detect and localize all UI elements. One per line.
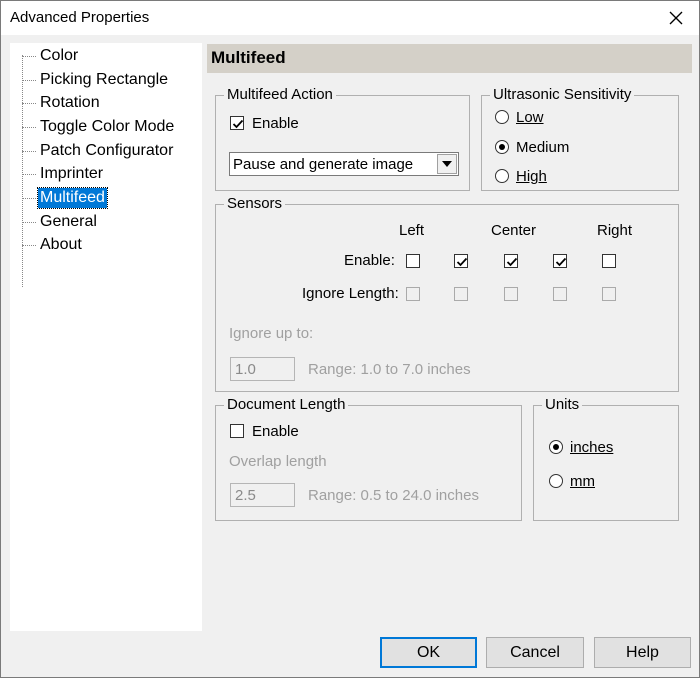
document-length-title: Document Length	[224, 396, 349, 414]
ultrasonic-sensitivity-title: Ultrasonic Sensitivity	[490, 86, 635, 104]
radio-inches[interactable]	[549, 440, 563, 454]
tree-branch	[22, 198, 36, 199]
tree-branch	[22, 245, 36, 246]
tree-branch	[22, 127, 36, 128]
tree-item-label: Toggle Color Mode	[40, 118, 175, 135]
radio-medium-label: Medium	[516, 139, 570, 156]
tree-item-about[interactable]: About	[22, 234, 197, 256]
sensors-group: Sensors Left Center Right Enable: Ignore…	[215, 195, 679, 392]
overlap-length-label: Overlap length	[229, 453, 327, 470]
radio-low[interactable]	[495, 110, 509, 124]
multifeed-action-dropdown[interactable]: Pause and generate image	[229, 152, 459, 176]
radio-selected-dot	[499, 144, 505, 150]
tree-item-label: Patch Configurator	[40, 142, 174, 159]
tree-branch	[22, 222, 36, 223]
close-button[interactable]	[653, 1, 699, 35]
close-icon	[669, 11, 683, 25]
sensor-enable-checkbox-3[interactable]	[504, 254, 518, 268]
sensor-ignore-checkbox-4[interactable]	[553, 287, 567, 301]
document-length-enable-checkbox[interactable]	[230, 424, 244, 438]
page-title: Multifeed	[211, 48, 286, 67]
window-title: Advanced Properties	[10, 9, 150, 26]
units-group: Units inches mm	[533, 396, 679, 521]
document-length-enable-label: Enable	[252, 423, 299, 440]
sensor-ignore-checkbox-2[interactable]	[454, 287, 468, 301]
sensors-title: Sensors	[224, 195, 286, 213]
radio-high[interactable]	[495, 169, 509, 183]
tree-item-label: Rotation	[40, 94, 100, 111]
sensors-col-center: Center	[491, 222, 537, 239]
navigation-tree[interactable]: Color Picking Rectangle Rotation Toggle …	[10, 43, 202, 631]
multifeed-enable-label: Enable	[252, 115, 299, 132]
tree-branch	[22, 151, 36, 152]
ignore-range-text: Range: 1.0 to 7.0 inches	[308, 361, 471, 378]
checkmark-icon	[555, 257, 567, 267]
multifeed-action-title: Multifeed Action	[224, 86, 336, 104]
tree-item-label: Picking Rectangle	[40, 71, 169, 88]
tree-item-patch-configurator[interactable]: Patch Configurator	[22, 140, 197, 162]
title-bar: Advanced Properties	[1, 1, 699, 35]
sensor-ignore-checkbox-3[interactable]	[504, 287, 518, 301]
tree-item-general[interactable]: General	[22, 211, 197, 233]
radio-selected-dot	[553, 444, 559, 450]
tree-item-label: Multifeed	[37, 187, 108, 209]
tree-item-color[interactable]: Color	[22, 45, 197, 67]
help-button[interactable]: Help	[594, 637, 691, 668]
cancel-button[interactable]: Cancel	[486, 637, 584, 668]
multifeed-enable-checkbox[interactable]	[230, 116, 244, 130]
sensor-enable-checkbox-4[interactable]	[553, 254, 567, 268]
radio-high-label: High	[516, 168, 547, 185]
overlap-length-input[interactable]: 2.5	[230, 483, 295, 507]
tree-item-label: General	[40, 213, 97, 230]
tree-item-imprinter[interactable]: Imprinter	[22, 163, 197, 185]
sensors-col-left: Left	[399, 222, 425, 239]
tree-item-multifeed[interactable]: Multifeed	[22, 187, 197, 209]
tree-branch	[22, 56, 36, 57]
sensor-enable-checkbox-5[interactable]	[602, 254, 616, 268]
document-length-group: Document Length Enable Overlap length 2.…	[215, 396, 522, 521]
page-header: Multifeed	[207, 44, 692, 73]
tree-item-toggle-color-mode[interactable]: Toggle Color Mode	[22, 116, 197, 138]
advanced-properties-window: Advanced Properties Color Picking Rectan…	[0, 0, 700, 678]
tree-item-label: About	[40, 236, 82, 253]
sensors-ignore-length-label: Ignore Length:	[302, 285, 399, 302]
sensors-col-right: Right	[597, 222, 633, 239]
ultrasonic-sensitivity-group: Ultrasonic Sensitivity Low Medium High	[481, 86, 679, 191]
overlap-range-text: Range: 0.5 to 24.0 inches	[308, 487, 479, 504]
radio-mm[interactable]	[549, 474, 563, 488]
chevron-down-icon	[442, 161, 452, 167]
ok-button[interactable]: OK	[380, 637, 477, 668]
sensors-enable-label: Enable:	[344, 252, 395, 269]
multifeed-action-group: Multifeed Action Enable Pause and genera…	[215, 86, 470, 191]
units-title: Units	[542, 396, 583, 414]
overlap-length-value: 2.5	[235, 487, 256, 504]
multifeed-action-value: Pause and generate image	[233, 156, 414, 173]
ignore-up-to-label: Ignore up to:	[229, 325, 314, 342]
tree-branch	[22, 80, 36, 81]
tree-item-label: Color	[40, 47, 79, 64]
sensor-enable-checkbox-2[interactable]	[454, 254, 468, 268]
tree-item-picking-rectangle[interactable]: Picking Rectangle	[22, 69, 197, 91]
ignore-up-to-input[interactable]: 1.0	[230, 357, 295, 381]
tree-branch	[22, 174, 36, 175]
sensor-ignore-checkbox-5[interactable]	[602, 287, 616, 301]
radio-medium[interactable]	[495, 140, 509, 154]
checkmark-icon	[506, 257, 518, 267]
checkmark-icon	[456, 257, 468, 267]
checkmark-icon	[232, 119, 244, 129]
dropdown-button[interactable]	[437, 154, 457, 174]
tree-item-label: Imprinter	[40, 165, 104, 182]
tree-branch	[22, 103, 36, 104]
sensor-enable-checkbox-1[interactable]	[406, 254, 420, 268]
ignore-up-to-value: 1.0	[235, 361, 256, 378]
radio-low-label: Low	[516, 109, 544, 126]
tree-item-rotation[interactable]: Rotation	[22, 92, 197, 114]
sensor-ignore-checkbox-1[interactable]	[406, 287, 420, 301]
radio-mm-label: mm	[570, 473, 595, 490]
radio-inches-label: inches	[570, 439, 614, 456]
